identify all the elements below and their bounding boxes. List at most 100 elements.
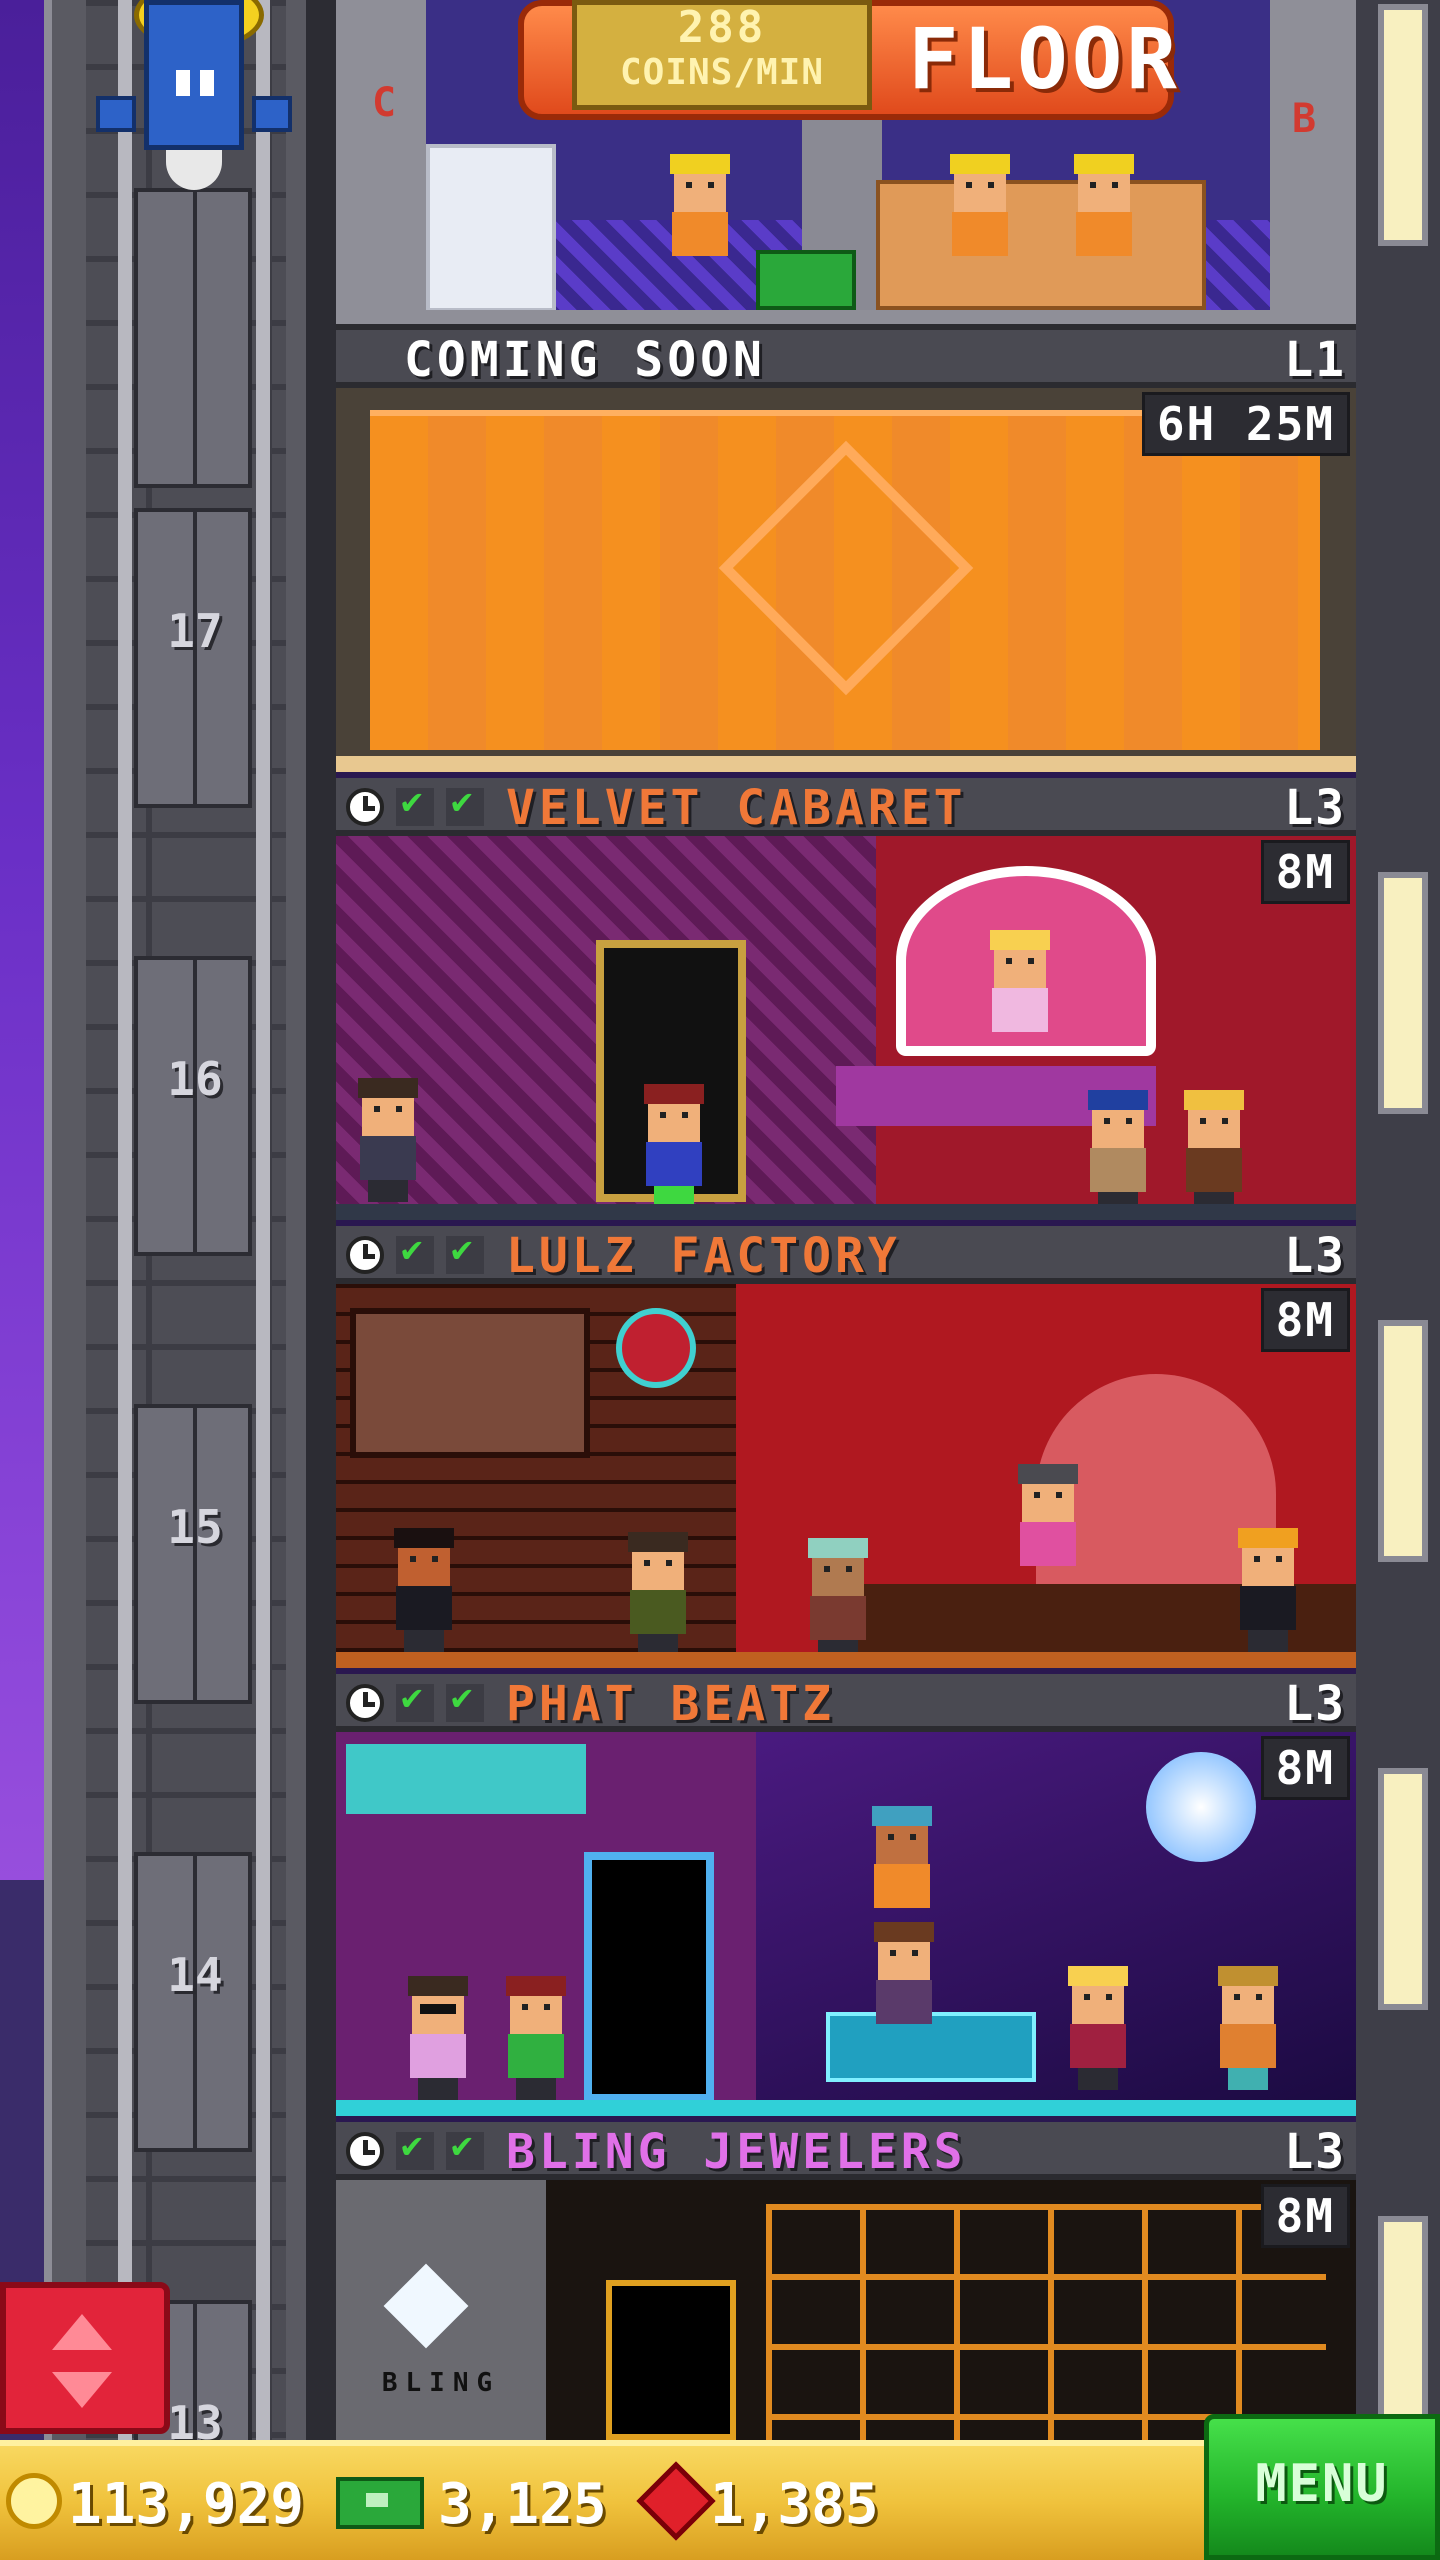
worker-character xyxy=(668,154,732,278)
right-wall xyxy=(1356,0,1440,2440)
store-velvet-cabaret[interactable]: ✔ ✔ VELVET CABARET L3 8M xyxy=(336,778,1356,1226)
cabaret-room xyxy=(336,836,1356,1220)
floor-number-16: 16 xyxy=(167,1052,223,1106)
elevator-eye xyxy=(176,70,190,96)
gem-icon xyxy=(636,2461,716,2541)
store-bling-jewelers[interactable]: ✔ ✔ BLING JEWELERS L3 BLING 8M xyxy=(336,2122,1356,2440)
coins-per-minute-badge: 288 COINS/MIN xyxy=(572,0,872,110)
character-eyes xyxy=(1034,1492,1062,1498)
elevator-door-15[interactable] xyxy=(134,1404,252,1704)
customer-character xyxy=(406,1976,470,2100)
customer-character xyxy=(1182,1090,1246,1214)
bux-counter: 3,125 xyxy=(336,2470,607,2540)
store-doorway xyxy=(606,2280,736,2440)
character-eyes xyxy=(644,1560,672,1566)
arrow-down-icon xyxy=(52,2372,112,2408)
elevator-rail-right xyxy=(256,0,270,2440)
worker-character xyxy=(1072,154,1136,278)
floor-name: COMING SOON xyxy=(404,332,766,388)
elevator-up-down-button[interactable] xyxy=(0,2282,170,2434)
check-icon: ✔ xyxy=(446,1680,484,1722)
lobby-glass-panel xyxy=(426,144,556,312)
character-torso xyxy=(876,1980,932,2024)
character-legs xyxy=(418,2078,458,2100)
character-torso xyxy=(810,1596,866,1640)
floor-number-15: 15 xyxy=(167,1500,223,1554)
comedian-portrait xyxy=(350,1308,590,1458)
customer-character xyxy=(392,1528,456,1652)
character-hair xyxy=(1184,1090,1244,1110)
character-eyes xyxy=(686,182,714,188)
character-legs xyxy=(516,2078,556,2100)
character-eyes xyxy=(1084,1994,1112,2000)
shaft-edge xyxy=(306,0,336,2440)
club-doorway xyxy=(584,1852,714,2102)
wall-window xyxy=(1384,1774,1422,2004)
store-name: VELVET CABARET xyxy=(506,780,967,836)
top-floor-pillar xyxy=(336,0,426,316)
floor-title-text: FLOOR xyxy=(908,10,1181,108)
store-level: L3 xyxy=(1284,2124,1346,2180)
customer-character xyxy=(626,1532,690,1656)
character-eyes xyxy=(966,182,994,188)
bux-icon xyxy=(336,2477,424,2529)
neon-smile-sign xyxy=(616,1308,696,1388)
character-torso xyxy=(646,1142,702,1186)
character-eyes xyxy=(1006,958,1034,964)
store-timer: 8M xyxy=(1260,1288,1350,1352)
character-hair xyxy=(506,1976,566,1996)
character-torso xyxy=(360,1136,416,1180)
elevator-door-16[interactable] xyxy=(134,956,252,1256)
room-floor xyxy=(336,2100,1356,2116)
character-eyes xyxy=(410,1556,438,1562)
floor-divider xyxy=(336,310,1356,330)
character-cap xyxy=(872,1806,932,1826)
elevator-arm-left xyxy=(96,96,136,132)
elevator-door-14[interactable] xyxy=(134,1852,252,2152)
coming-soon-floor[interactable]: COMING SOON L1 6H 25M xyxy=(336,330,1356,778)
comedy-club-room xyxy=(336,1284,1356,1668)
top-floor-pillar xyxy=(1270,0,1356,316)
coin-icon xyxy=(6,2473,62,2529)
store-lulz-factory[interactable]: ✔ ✔ LULZ FACTORY L3 8M xyxy=(336,1226,1356,1674)
character-eyes xyxy=(1254,1556,1282,1562)
hard-hat xyxy=(950,154,1010,174)
gems-value: 1,385 xyxy=(710,2472,879,2537)
bux-value: 3,125 xyxy=(438,2472,607,2537)
elevator-door-17[interactable] xyxy=(134,508,252,808)
floor-level: L1 xyxy=(1284,332,1346,388)
character-torso xyxy=(1240,1586,1296,1630)
character-torso xyxy=(396,1586,452,1630)
floor-header: ✔ ✔ VELVET CABARET L3 xyxy=(336,778,1356,836)
hard-hat xyxy=(1074,154,1134,174)
character-torso xyxy=(992,988,1048,1032)
character-torso xyxy=(1090,1148,1146,1192)
menu-button[interactable]: MENU xyxy=(1204,2414,1440,2560)
check-icon: ✔ xyxy=(446,2128,484,2170)
elevator-eye xyxy=(200,70,214,96)
store-timer: 8M xyxy=(1260,2184,1350,2248)
club-awning xyxy=(346,1744,586,1814)
construction-timer: 6H 25M xyxy=(1141,392,1350,456)
nightclub-room xyxy=(336,1732,1356,2116)
character-hair xyxy=(408,1976,468,1996)
elevator-rail-left xyxy=(118,0,132,2440)
elevator-door xyxy=(134,188,252,488)
customer-character xyxy=(356,1078,420,1202)
character-torso xyxy=(1076,212,1132,256)
character-legs xyxy=(1078,2068,1118,2090)
elevator-car[interactable] xyxy=(96,0,296,200)
store-phat-beatz[interactable]: ✔ ✔ PHAT BEATZ L3 8M xyxy=(336,1674,1356,2122)
character-hair xyxy=(990,930,1050,950)
elevator-light xyxy=(166,150,222,190)
wall-letter: B xyxy=(1292,96,1317,142)
check-icon: ✔ xyxy=(396,1232,434,1274)
dj-character xyxy=(870,1806,934,1930)
jewelry-display-cases xyxy=(766,2204,1326,2440)
clock-icon xyxy=(346,788,384,826)
check-icon: ✔ xyxy=(396,1680,434,1722)
coins-value: 113,929 xyxy=(68,2472,305,2537)
top-floor[interactable]: C B FLOOR 288 COINS/MIN xyxy=(336,0,1356,330)
character-torso xyxy=(672,212,728,256)
character-eyes xyxy=(1234,1994,1262,2000)
